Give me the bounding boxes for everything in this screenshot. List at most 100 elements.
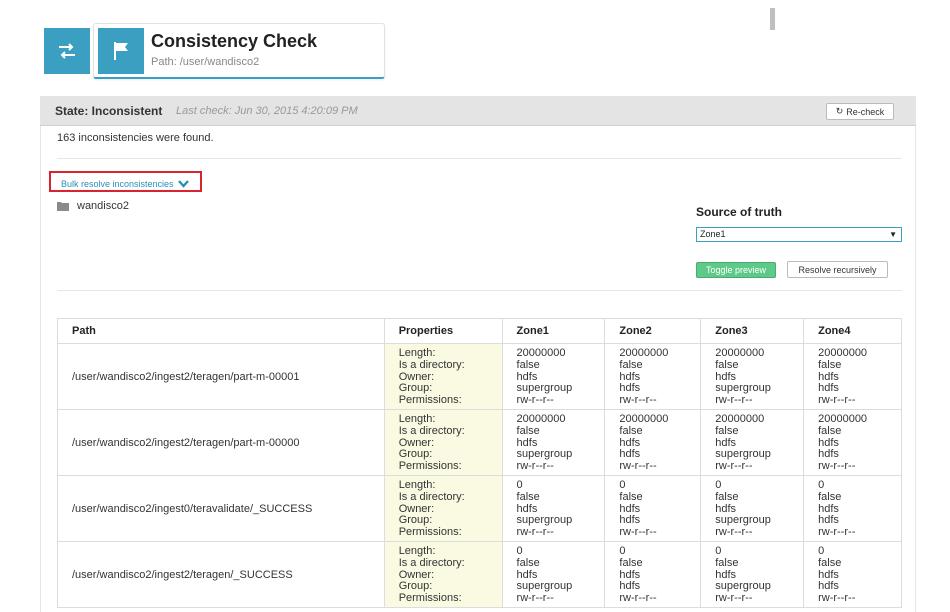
property-value: rw-r--r--	[619, 592, 657, 605]
last-check-text: Last check: Jun 30, 2015 4:20:09 PM	[176, 105, 358, 117]
property-value: false	[516, 490, 540, 503]
zone1-cell: 0 false hdfs supergroup rw-r--r--	[501, 475, 606, 542]
zone3-cell: 20000000 false hdfs supergroup rw-r--r--	[700, 409, 805, 476]
source-of-truth-label: Source of truth	[696, 205, 782, 219]
property-label: Is a directory:	[398, 556, 465, 569]
property-value: rw-r--r--	[818, 460, 856, 473]
property-label: Permissions:	[398, 526, 462, 539]
property-label: Is a directory:	[398, 424, 465, 437]
file-path-cell: /user/wandisco2/ingest2/teragen/part-m-0…	[57, 409, 385, 476]
property-value: rw-r--r--	[619, 526, 657, 539]
bulk-resolve-label: Bulk resolve inconsistencies	[61, 179, 174, 189]
zone3-cell: 0 false hdfs supergroup rw-r--r--	[700, 541, 805, 608]
table-row[interactable]: /user/wandisco2/ingest2/teragen/_SUCCESS…	[57, 541, 902, 608]
property-value: rw-r--r--	[516, 526, 554, 539]
main-content: 163 inconsistencies were found. Bulk res…	[40, 126, 916, 612]
zone2-cell: 20000000 false hdfs hdfs rw-r--r--	[604, 343, 702, 410]
property-value: rw-r--r--	[516, 394, 554, 407]
chevron-down-icon	[177, 180, 189, 188]
zone2-cell: 20000000 false hdfs hdfs rw-r--r--	[604, 409, 702, 476]
page-header-card: Consistency Check Path: /user/wandisco2	[93, 23, 385, 79]
flag-icon	[114, 42, 128, 60]
state-label: State: Inconsistent	[55, 104, 163, 118]
file-path-cell: /user/wandisco2/ingest0/teravalidate/_SU…	[57, 475, 385, 542]
zone3-cell: 20000000 false hdfs supergroup rw-r--r--	[700, 343, 805, 410]
folder-icon	[57, 202, 69, 211]
divider	[57, 158, 902, 159]
property-value: rw-r--r--	[715, 592, 753, 605]
properties-cell: Length: Is a directory: Owner: Group: Permis…	[383, 541, 503, 608]
dropdown-arrow-icon: ▼	[889, 230, 897, 239]
property-value: rw-r--r--	[619, 460, 657, 473]
zone3-cell: 0 false hdfs supergroup rw-r--r--	[700, 475, 805, 542]
property-value: rw-r--r--	[715, 460, 753, 473]
file-path-cell: /user/wandisco2/ingest2/teragen/part-m-0…	[57, 343, 385, 410]
top-status-info: Operations: 0 Node: Node.	[642, 8, 779, 30]
state-bar: State: Inconsistent Last check: Jun 30, …	[40, 96, 916, 126]
property-label: Permissions:	[398, 394, 462, 407]
inconsistency-summary: 163 inconsistencies were found.	[57, 132, 214, 144]
property-label: Permissions:	[398, 592, 462, 605]
table-row[interactable]: /user/wandisco2/ingest2/teragen/part-m-0…	[57, 343, 902, 410]
zone4-cell: 20000000 false hdfs hdfs rw-r--r--	[803, 409, 902, 476]
property-value: false	[818, 358, 842, 371]
property-value: rw-r--r--	[619, 394, 657, 407]
source-of-truth-select[interactable]: Zone1 ▼	[696, 227, 902, 242]
properties-cell: Length: Is a directory: Owner: Group: Permis…	[383, 343, 503, 410]
zone4-cell: 0 false hdfs hdfs rw-r--r--	[803, 475, 902, 542]
zone1-cell: 20000000 false hdfs supergroup rw-r--r--	[501, 343, 606, 410]
property-value: rw-r--r--	[516, 460, 554, 473]
property-label: Permissions:	[398, 460, 462, 473]
property-value: rw-r--r--	[516, 592, 554, 605]
property-value: rw-r--r--	[818, 592, 856, 605]
property-value: false	[619, 556, 643, 569]
recheck-button[interactable]: ↻ Re-check	[826, 103, 894, 120]
recheck-label: Re-check	[846, 106, 885, 117]
property-value: false	[715, 358, 739, 371]
properties-cell: Length: Is a directory: Owner: Group: Permis…	[383, 475, 503, 542]
property-value: rw-r--r--	[818, 526, 856, 539]
consistency-tile	[98, 28, 144, 74]
zone2-cell: 0 false hdfs hdfs rw-r--r--	[604, 475, 702, 542]
property-label: Is a directory:	[398, 358, 465, 371]
zone1-cell: 0 false hdfs supergroup rw-r--r--	[501, 541, 606, 608]
folder-tree-item[interactable]: wandisco2	[57, 200, 129, 212]
property-value: false	[715, 556, 739, 569]
column-header-zone3[interactable]: Zone3	[700, 318, 805, 344]
property-value: false	[818, 490, 842, 503]
zone2-cell: 0 false hdfs hdfs rw-r--r--	[604, 541, 702, 608]
property-value: false	[619, 490, 643, 503]
page-title: Consistency Check	[151, 31, 318, 51]
page-path: Path: /user/wandisco2	[151, 56, 260, 68]
property-value: rw-r--r--	[818, 394, 856, 407]
operations-count: Operations: 0	[642, 12, 707, 23]
replication-nav-button[interactable]	[44, 28, 90, 74]
column-header-zone1[interactable]: Zone1	[501, 318, 606, 344]
table-row[interactable]: /user/wandisco2/ingest2/teragen/part-m-0…	[57, 409, 902, 476]
resolve-recursively-button[interactable]: Resolve recursively	[787, 261, 888, 278]
zone1-cell: 20000000 false hdfs supergroup rw-r--r--	[501, 409, 606, 476]
divider	[57, 290, 902, 291]
column-header-properties[interactable]: Properties	[383, 318, 503, 344]
property-value: false	[516, 556, 540, 569]
zone4-cell: 0 false hdfs hdfs rw-r--r--	[803, 541, 902, 608]
column-header-zone4[interactable]: Zone4	[803, 318, 902, 344]
column-header-path[interactable]: Path	[57, 318, 385, 344]
file-path-cell: /user/wandisco2/ingest2/teragen/_SUCCESS	[57, 541, 385, 608]
bulk-resolve-link[interactable]: Bulk resolve inconsistencies	[61, 179, 189, 189]
property-value: false	[619, 424, 643, 437]
table-row[interactable]: /user/wandisco2/ingest0/teravalidate/_SU…	[57, 475, 902, 542]
property-value: false	[715, 424, 739, 437]
toggle-preview-button[interactable]: Toggle preview	[696, 262, 776, 278]
properties-cell: Length: Is a directory: Owner: Group: Permis…	[383, 409, 503, 476]
inconsistency-table: Path Properties Zone1 Zone2 Zone3 Zone4 …	[57, 318, 902, 608]
node-status-bar	[770, 8, 775, 30]
folder-name: wandisco2	[77, 200, 129, 212]
transfer-arrows-icon	[59, 43, 75, 59]
property-value: false	[715, 490, 739, 503]
property-value: rw-r--r--	[715, 394, 753, 407]
property-label: Is a directory:	[398, 490, 465, 503]
property-value: false	[818, 424, 842, 437]
property-value: false	[516, 358, 540, 371]
column-header-zone2[interactable]: Zone2	[604, 318, 702, 344]
